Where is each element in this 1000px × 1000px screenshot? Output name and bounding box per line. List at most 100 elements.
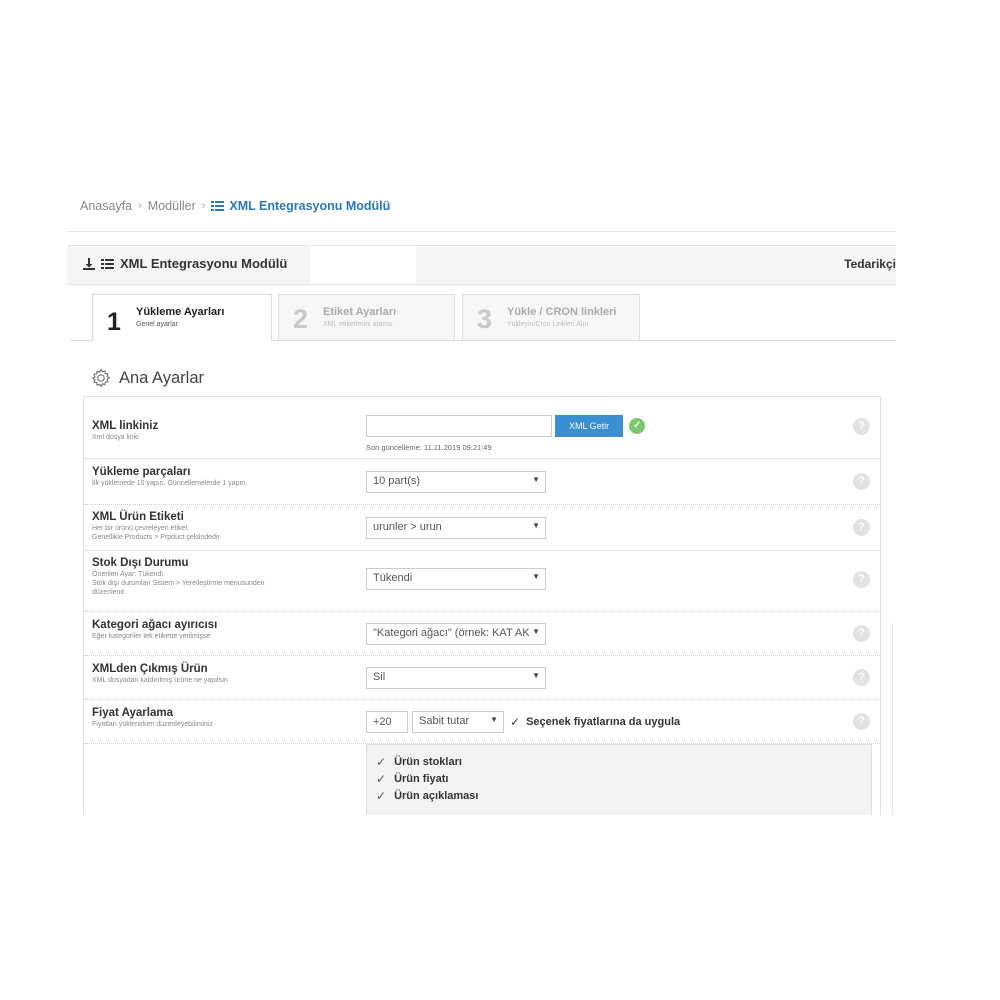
product-tag-select-value: urunler > urun <box>373 521 442 533</box>
check-icon[interactable]: ✓ <box>510 715 520 729</box>
tab-title: Etiket Ayarları <box>323 306 397 318</box>
setting-row-price-adjust: Fiyat Ayarlama Fiyatları yüklenirken düz… <box>84 700 880 744</box>
panel-title: XML Entegrasyonu Modülü <box>83 256 287 271</box>
check-icon: ✓ <box>376 788 387 803</box>
header-blank-area <box>310 246 416 284</box>
category-separator-select[interactable]: "Kategori ağacı" (örnek: KAT AK ▼ <box>366 623 546 645</box>
check-icon: ✓ <box>629 418 646 434</box>
help-icon[interactable]: ? <box>853 713 870 730</box>
setting-row-product-tag: XML Ürün Etiketi Her bir ürünü çevreleye… <box>84 505 880 551</box>
setting-description: Xml dosya linki <box>92 434 139 441</box>
breadcrumb-separator: › <box>138 200 142 212</box>
tab-title: Yükle / CRON linkleri <box>507 306 617 318</box>
chevron-down-icon: ▼ <box>529 627 540 636</box>
tab-upload-cron[interactable]: 3 Yükle / CRON linkleri Yükleyin/Cron Li… <box>462 294 640 340</box>
breadcrumb-separator: › <box>201 200 206 212</box>
supplier-label[interactable]: Tedarikçi <box>844 257 896 271</box>
list-icon <box>101 258 114 269</box>
removed-product-select-value: Sil <box>373 671 386 683</box>
stock-status-select-value: Tükendi <box>373 572 413 584</box>
tab-number: 2 <box>293 304 309 334</box>
help-icon[interactable]: ? <box>853 519 870 536</box>
help-icon[interactable]: ? <box>853 473 870 490</box>
setting-title: Kategori ağacı ayırıcısı <box>92 619 218 631</box>
setting-title: Yükleme parçaları <box>92 466 191 478</box>
module-panel: XML Entegrasyonu Modülü Tedarikçi 1 Yükl… <box>67 231 896 815</box>
xml-link-controls: XML Getir ✓ <box>366 415 646 437</box>
setting-row-category-separator: Kategori ağacı ayırıcısı Eğer kategorile… <box>84 612 880 656</box>
list-icon <box>211 201 225 211</box>
panel-title-text: XML Entegrasyonu Modülü <box>120 256 288 271</box>
update-items-checklist: ✓ Ürün stokları ✓ Ürün fiyatı ✓ Ürün açı… <box>366 744 872 815</box>
checkbox-item[interactable]: ✓ Ürün fiyatı <box>376 770 862 787</box>
tab-number: 1 <box>107 308 121 336</box>
help-icon[interactable]: ? <box>853 669 870 686</box>
setting-label: Yükleme parçaları İlk yüklemede 10 yapın… <box>92 465 332 488</box>
apply-to-options-label[interactable]: Seçenek fiyatlarına da uygula <box>526 716 680 728</box>
setting-description: XML dosyadan kaldırılmış ürüne ne yapıls… <box>92 677 228 684</box>
panel-right-border <box>892 623 893 815</box>
chevron-down-icon: ▼ <box>529 521 540 530</box>
help-icon[interactable]: ? <box>853 418 870 435</box>
breadcrumb-modules[interactable]: Modüller <box>148 199 196 213</box>
checkbox-item[interactable]: ✓ Ürün stokları <box>376 753 862 770</box>
panel-header: XML Entegrasyonu Modülü Tedarikçi <box>67 245 896 285</box>
breadcrumb-home[interactable]: Anasayfa <box>80 199 132 213</box>
tab-tag-settings[interactable]: 2 Etiket Ayarları XML etiketlerini atama <box>278 294 455 340</box>
setting-description: İlk yüklemede 10 yapın. Güncellemelerde … <box>92 480 248 487</box>
checkbox-label: Ürün açıklaması <box>394 789 479 802</box>
chevron-down-icon: ▼ <box>529 475 540 484</box>
settings-form: XML linkiniz Xml dosya linki XML Getir ✓… <box>83 396 881 815</box>
tab-upload-settings[interactable]: 1 Yükleme Ayarları Genel ayarlar <box>92 294 272 341</box>
setting-row-parts: Yükleme parçaları İlk yüklemede 10 yapın… <box>84 459 880 505</box>
setting-label: Stok Dışı Durumu Önerilen Ayar: Tükendi.… <box>92 556 332 597</box>
xml-link-input[interactable] <box>366 415 552 437</box>
setting-row-removed-product: XMLden Çıkmış Ürün XML dosyadan kaldırıl… <box>84 656 880 700</box>
setting-row-stock-status: Stok Dışı Durumu Önerilen Ayar: Tükendi.… <box>84 551 880 612</box>
setting-description: Genellikle Products > Prpduct şeklindedi… <box>92 534 222 541</box>
setting-row-xml-link: XML linkiniz Xml dosya linki XML Getir ✓… <box>84 397 880 459</box>
setting-description: Fiyatları yüklenirken düzenleyebilirsini… <box>92 721 213 728</box>
section-title: Ana Ayarlar <box>119 368 204 387</box>
setting-label: XML Ürün Etiketi Her bir ürünü çevreleye… <box>92 510 332 542</box>
chevron-down-icon: ▼ <box>529 572 540 581</box>
parts-select-value: 10 part(s) <box>373 475 421 487</box>
price-amount-input[interactable] <box>366 711 408 733</box>
breadcrumb: Anasayfa › Modüller › XML Entegrasyonu M… <box>80 199 390 213</box>
price-mode-select-value: Sabit tutar <box>419 715 470 727</box>
removed-product-select[interactable]: Sil ▼ <box>366 667 546 689</box>
category-separator-select-value: "Kategori ağacı" (örnek: KAT AK <box>373 627 530 639</box>
setting-title: Fiyat Ayarlama <box>92 707 173 719</box>
screenshot-viewport: Anasayfa › Modüller › XML Entegrasyonu M… <box>0 0 1000 815</box>
breadcrumb-current-label: XML Entegrasyonu Modülü <box>229 199 391 213</box>
gear-icon <box>91 368 111 388</box>
check-icon: ✓ <box>376 771 387 786</box>
setting-label: Fiyat Ayarlama Fiyatları yüklenirken düz… <box>92 706 332 729</box>
setting-description: Önerilen Ayar: Tükendi. <box>92 571 165 578</box>
panel-divider <box>67 231 896 232</box>
chevron-down-icon: ▼ <box>487 715 498 724</box>
section-heading: Ana Ayarlar <box>90 367 204 389</box>
setting-title: XMLden Çıkmış Ürün <box>92 663 208 675</box>
tab-title: Yükleme Ayarları <box>136 306 225 318</box>
setting-description: Her bir ürünü çevreleyen etiket. <box>92 525 190 532</box>
price-controls: Sabit tutar ▼ ✓ Seçenek fiyatlarına da u… <box>366 711 680 733</box>
stock-status-select[interactable]: Tükendi ▼ <box>366 568 546 590</box>
tab-number: 3 <box>477 304 493 334</box>
setting-label: XMLden Çıkmış Ürün XML dosyadan kaldırıl… <box>92 662 332 685</box>
setting-label: Kategori ağacı ayırıcısı Eğer kategorile… <box>92 618 332 641</box>
fetch-xml-button[interactable]: XML Getir <box>555 415 624 437</box>
product-tag-select[interactable]: urunler > urun ▼ <box>366 517 546 539</box>
help-icon[interactable]: ? <box>853 571 870 588</box>
parts-select[interactable]: 10 part(s) ▼ <box>366 471 546 493</box>
checkbox-item[interactable]: ✓ Ürün açıklaması <box>376 787 862 804</box>
checkbox-label: Ürün stokları <box>394 755 462 768</box>
checkbox-label: Ürün fiyatı <box>394 772 449 785</box>
setting-description: Stok dışı durumları Sistem > Yerelleştir… <box>92 580 265 587</box>
setting-description: düzenlenir. <box>92 589 126 596</box>
help-icon[interactable]: ? <box>853 625 870 642</box>
tab-subtitle: Genel ayarlar <box>136 321 179 328</box>
price-mode-select[interactable]: Sabit tutar ▼ <box>412 711 504 733</box>
tab-subtitle: Yükleyin/Cron Linkleri Alın <box>507 321 589 328</box>
download-icon <box>83 257 95 270</box>
